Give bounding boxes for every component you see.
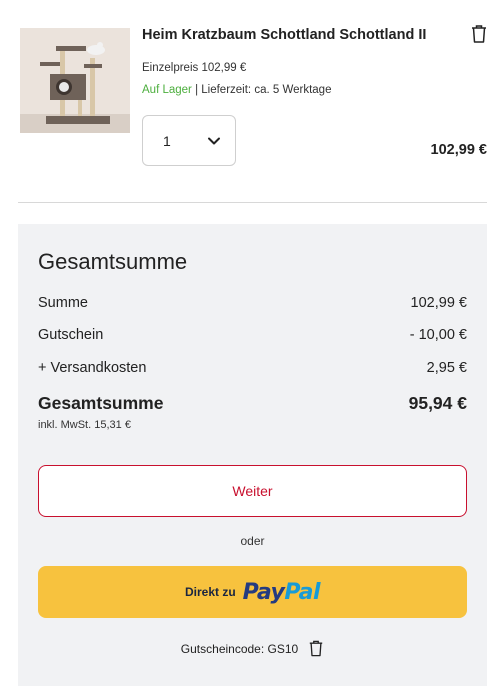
unit-price-value: 102,99 €	[201, 62, 247, 74]
paypal-prefix: Direkt zu	[184, 585, 236, 599]
availability: Auf Lager | Lieferzeit: ca. 5 Werktage	[142, 84, 331, 96]
order-summary: Gesamtsumme Summe 102,99 € Gutschein - 1…	[18, 224, 487, 686]
row-label: + Versandkosten	[38, 360, 147, 376]
summary-row-shipping: + Versandkosten 2,95 €	[38, 360, 467, 376]
remove-item-button[interactable]	[470, 24, 488, 44]
product-image[interactable]	[20, 28, 130, 133]
delivery-label: | Lieferzeit:	[195, 84, 252, 96]
trash-icon	[472, 25, 486, 43]
row-value: 102,99 €	[410, 295, 467, 311]
row-label: Gutschein	[38, 327, 104, 343]
row-value: 2,95 €	[426, 360, 467, 376]
summary-row-total: Gesamtsumme 95,94 €	[38, 393, 467, 414]
total-value: 95,94 €	[408, 393, 467, 413]
trash-icon[interactable]	[308, 639, 324, 658]
voucher-label: Gutscheincode: GS10	[180, 641, 299, 656]
divider	[18, 202, 487, 203]
unit-price-label: Einzelpreis	[142, 62, 199, 74]
voucher-code: Gutscheincode: GS10	[18, 639, 487, 658]
summary-row-voucher: Gutschein - 10,00 €	[38, 327, 467, 343]
summary-row-subtotal: Summe 102,99 €	[38, 295, 467, 311]
quantity-select[interactable]: 1	[142, 115, 236, 166]
paypal-logo-pay: Pay	[242, 579, 285, 605]
line-total: 102,99 €	[430, 142, 487, 158]
row-value: - 10,00 €	[409, 327, 467, 343]
or-separator: oder	[240, 534, 265, 548]
cat-tree-illustration	[20, 28, 130, 133]
cart-item: Heim Kratzbaum Schottland Schottland II …	[0, 0, 500, 204]
total-label: Gesamtsumme	[38, 393, 164, 413]
continue-button[interactable]: Weiter	[38, 465, 467, 517]
chevron-down-icon	[208, 137, 220, 145]
quantity-value: 1	[163, 133, 171, 149]
row-label: Summe	[38, 295, 88, 311]
paypal-logo-pal: Pal	[284, 579, 321, 605]
paypal-logo: PayPal	[242, 579, 321, 605]
vat-note: inkl. MwSt. 15,31 €	[38, 419, 131, 431]
summary-title: Gesamtsumme	[38, 249, 188, 274]
paypal-button[interactable]: Direkt zu PayPal	[38, 566, 467, 618]
stock-status: Auf Lager	[142, 84, 192, 96]
product-title[interactable]: Heim Kratzbaum Schottland Schottland II	[142, 27, 426, 43]
delivery-time: ca. 5 Werktage	[254, 84, 332, 96]
unit-price: Einzelpreis 102,99 €	[142, 62, 246, 74]
